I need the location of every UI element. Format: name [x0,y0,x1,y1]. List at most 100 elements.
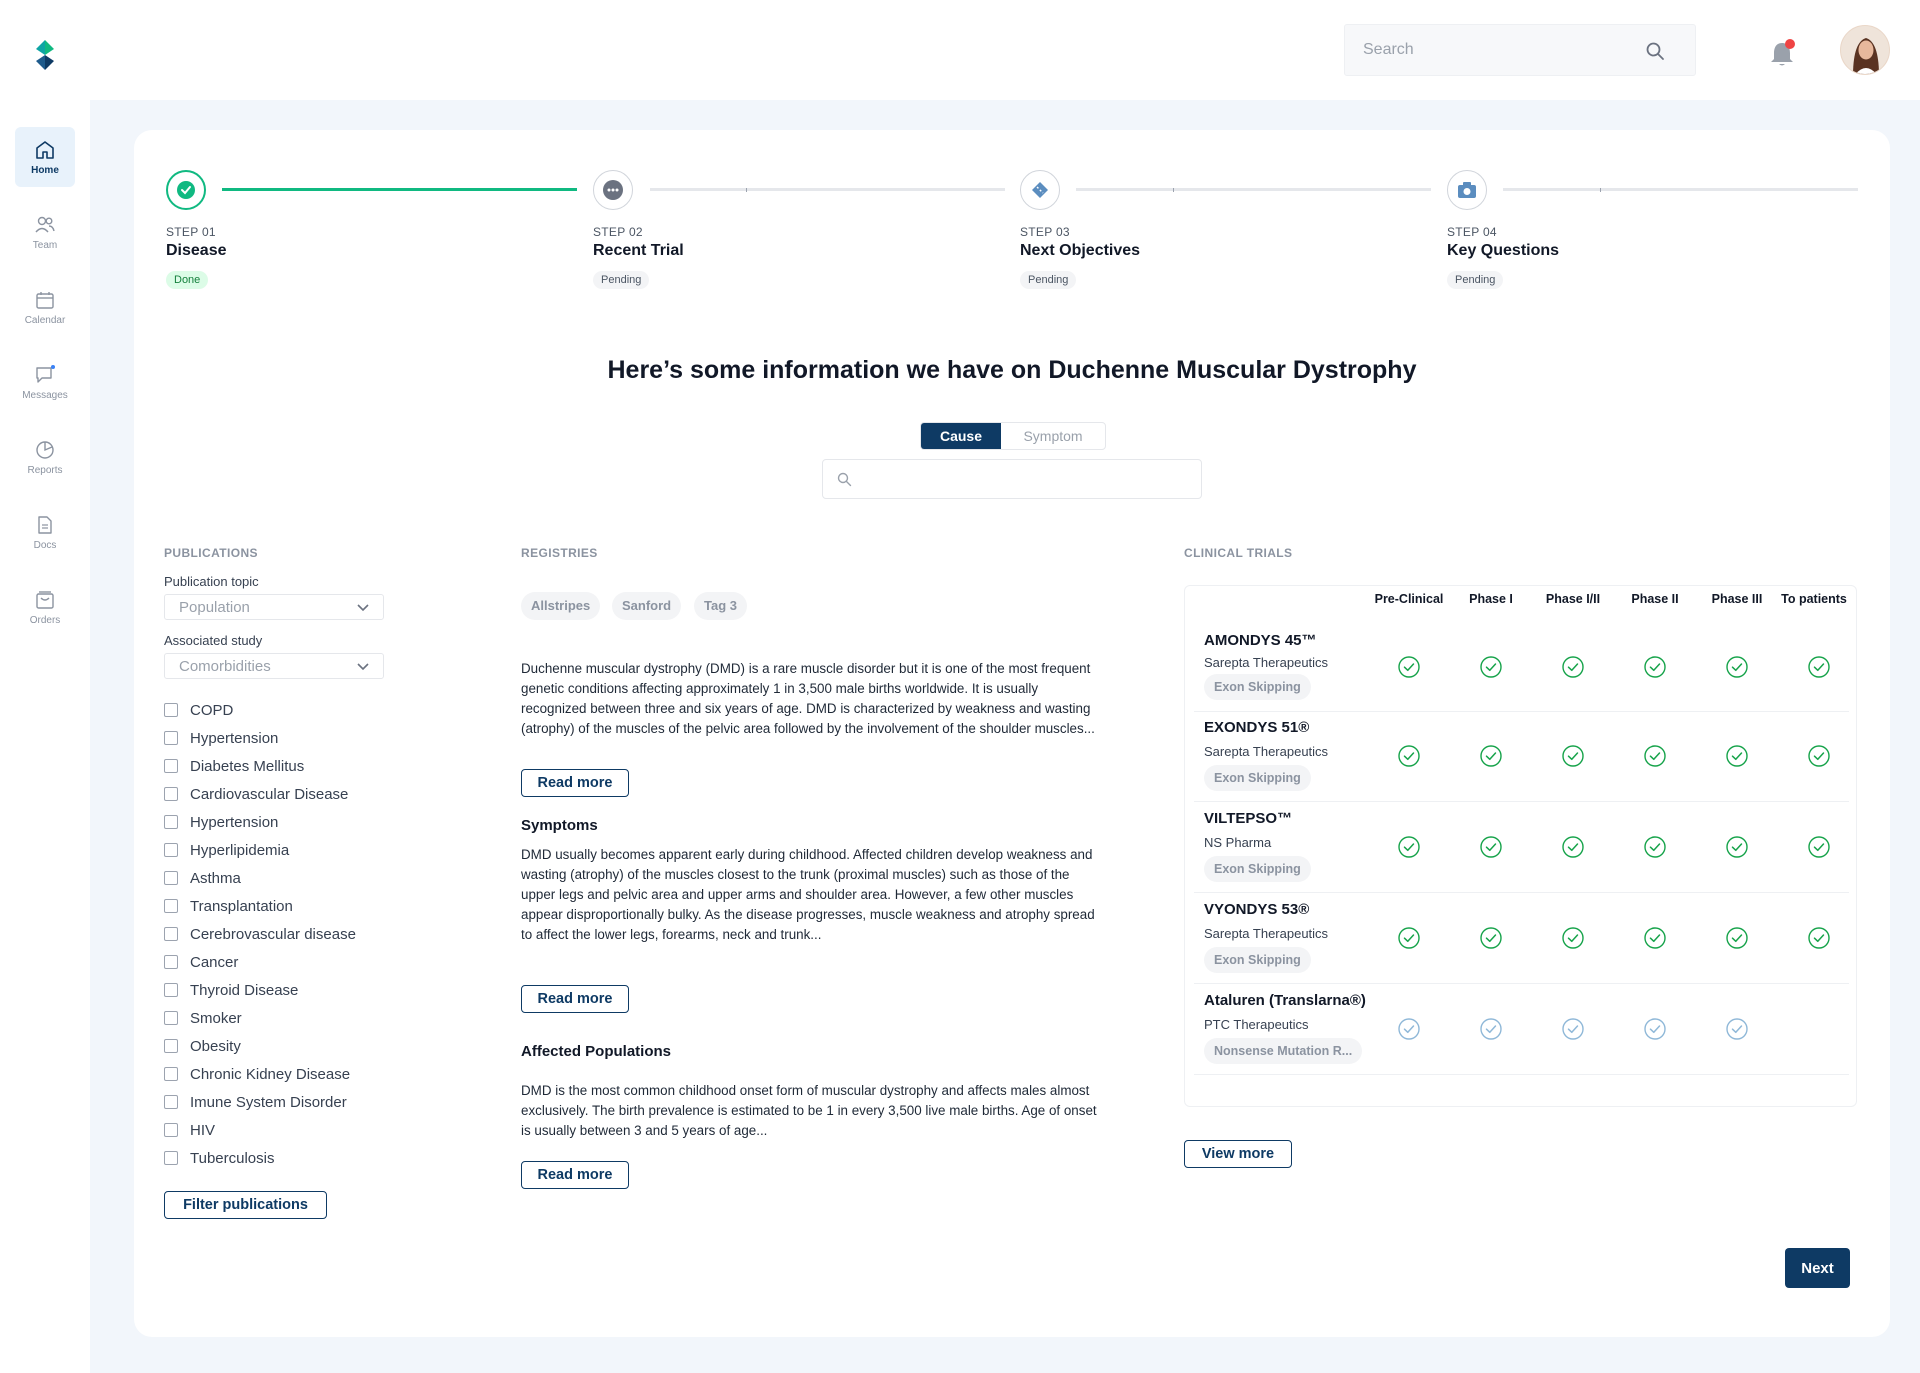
read-more-button[interactable]: Read more [521,985,629,1013]
trial-company: Sarepta Therapeutics [1204,744,1329,759]
check-circle-icon [1561,744,1585,768]
sidebar-item-orders[interactable]: Orders [15,577,75,637]
sidebar-item-calendar[interactable]: Calendar [15,277,75,337]
checkbox[interactable] [164,899,178,913]
read-more-button[interactable]: Read more [521,1161,629,1189]
search-icon[interactable] [1645,41,1665,61]
condition-checkbox[interactable]: Tuberculosis [164,1148,274,1168]
step-1-indicator[interactable] [166,170,206,210]
row-divider [1194,892,1849,893]
top-header [0,0,1920,100]
registry-tag[interactable]: Tag 3 [694,592,747,620]
filter-publications-button[interactable]: Filter publications [164,1191,327,1219]
check-circle-icon [1807,655,1831,679]
checkbox[interactable] [164,955,178,969]
condition-checkbox[interactable]: Thyroid Disease [164,980,298,1000]
sidebar-item-label: Messages [22,389,68,401]
condition-checkbox[interactable]: Cancer [164,952,238,972]
publication-topic-label: Publication topic [164,574,259,589]
condition-checkbox[interactable]: Asthma [164,868,241,888]
trial-name[interactable]: AMONDYS 45™ [1204,632,1317,649]
search-input[interactable] [1363,41,1643,59]
camera-icon [1458,182,1476,198]
condition-label: Diabetes Mellitus [190,757,305,775]
next-button[interactable]: Next [1785,1248,1850,1288]
sidebar-item-team[interactable]: Team [15,202,75,262]
step-4-indicator[interactable] [1447,170,1487,210]
trial-name[interactable]: EXONDYS 51® [1204,719,1309,736]
check-circle-icon [1479,744,1503,768]
associated-study-select[interactable]: Comorbidities [164,653,384,679]
checkbox[interactable] [164,1011,178,1025]
condition-checkbox[interactable]: Diabetes Mellitus [164,756,304,776]
info-search[interactable] [822,459,1202,499]
step-2-connector [650,188,1005,191]
check-circle-icon [1725,744,1749,768]
condition-checkbox[interactable]: Hyperlipidemia [164,840,289,860]
trial-company: Sarepta Therapeutics [1204,655,1329,670]
brand-logo-icon[interactable] [30,38,60,72]
tab-symptom[interactable]: Symptom [1001,423,1105,449]
tab-cause[interactable]: Cause [921,423,1001,449]
sidebar-item-label: Home [31,164,59,176]
row-divider [1194,983,1849,984]
checkbox[interactable] [164,703,178,717]
checkbox[interactable] [164,1151,178,1165]
condition-checkbox[interactable]: COPD [164,700,233,720]
step-3-indicator[interactable] [1020,170,1060,210]
checkbox[interactable] [164,843,178,857]
column-header: Phase I [1469,592,1513,606]
condition-label: Smoker [190,1009,242,1027]
checkbox[interactable] [164,1123,178,1137]
trial-name[interactable]: VYONDYS 53® [1204,901,1309,918]
checkbox[interactable] [164,815,178,829]
trial-name[interactable]: Ataluren (Translarna®) [1204,992,1366,1009]
checkbox[interactable] [164,983,178,997]
column-header: Phase II [1631,592,1679,606]
trial-name[interactable]: VILTEPSO™ [1204,810,1292,827]
condition-checkbox[interactable]: Hypertension [164,812,278,832]
view-more-button[interactable]: View more [1184,1140,1292,1168]
condition-checkbox[interactable]: Chronic Kidney Disease [164,1064,350,1084]
bell-icon[interactable] [1769,38,1797,68]
avatar[interactable] [1840,25,1890,75]
checkbox[interactable] [164,1039,178,1053]
row-divider [1194,1074,1849,1075]
checkbox[interactable] [164,731,178,745]
clinical-trials-title: CLINICAL TRIALS [1184,546,1293,560]
condition-checkbox[interactable]: Smoker [164,1008,242,1028]
step-2-number: STEP 02 [593,225,643,239]
condition-checkbox[interactable]: Imune System Disorder [164,1092,347,1112]
check-circle-icon [1643,655,1667,679]
checkbox[interactable] [164,1067,178,1081]
sidebar-item-docs[interactable]: Docs [15,502,75,562]
condition-checkbox[interactable]: Cerebrovascular disease [164,924,356,944]
global-search[interactable] [1344,24,1696,76]
condition-checkbox[interactable]: Transplantation [164,896,293,916]
checkbox[interactable] [164,1095,178,1109]
check-circle-icon [1397,1017,1421,1041]
condition-checkbox[interactable]: Cardiovascular Disease [164,784,348,804]
condition-checkbox[interactable]: Hypertension [164,728,278,748]
checkbox[interactable] [164,759,178,773]
checkbox[interactable] [164,927,178,941]
read-more-button[interactable]: Read more [521,769,629,797]
check-circle-icon [1725,926,1749,950]
sidebar-item-home[interactable]: Home [15,127,75,187]
trial-tag: Exon Skipping [1204,947,1311,973]
condition-label: Cancer [190,953,239,971]
condition-checkbox[interactable]: HIV [164,1120,215,1140]
column-header: Pre-Clinical [1374,592,1444,606]
registry-tag[interactable]: Allstripes [521,592,601,620]
checkbox[interactable] [164,871,178,885]
sidebar-item-reports[interactable]: Reports [15,427,75,487]
info-search-input[interactable] [863,468,1183,490]
registry-tag[interactable]: Sanford [612,592,682,620]
sidebar-item-messages[interactable]: Messages [15,352,75,412]
condition-checkbox[interactable]: Obesity [164,1036,241,1056]
checkbox[interactable] [164,787,178,801]
publication-topic-select[interactable]: Population [164,594,384,620]
step-2-indicator[interactable] [593,170,633,210]
sidebar-item-label: Reports [27,464,63,476]
sidebar-item-label: Orders [29,614,61,626]
